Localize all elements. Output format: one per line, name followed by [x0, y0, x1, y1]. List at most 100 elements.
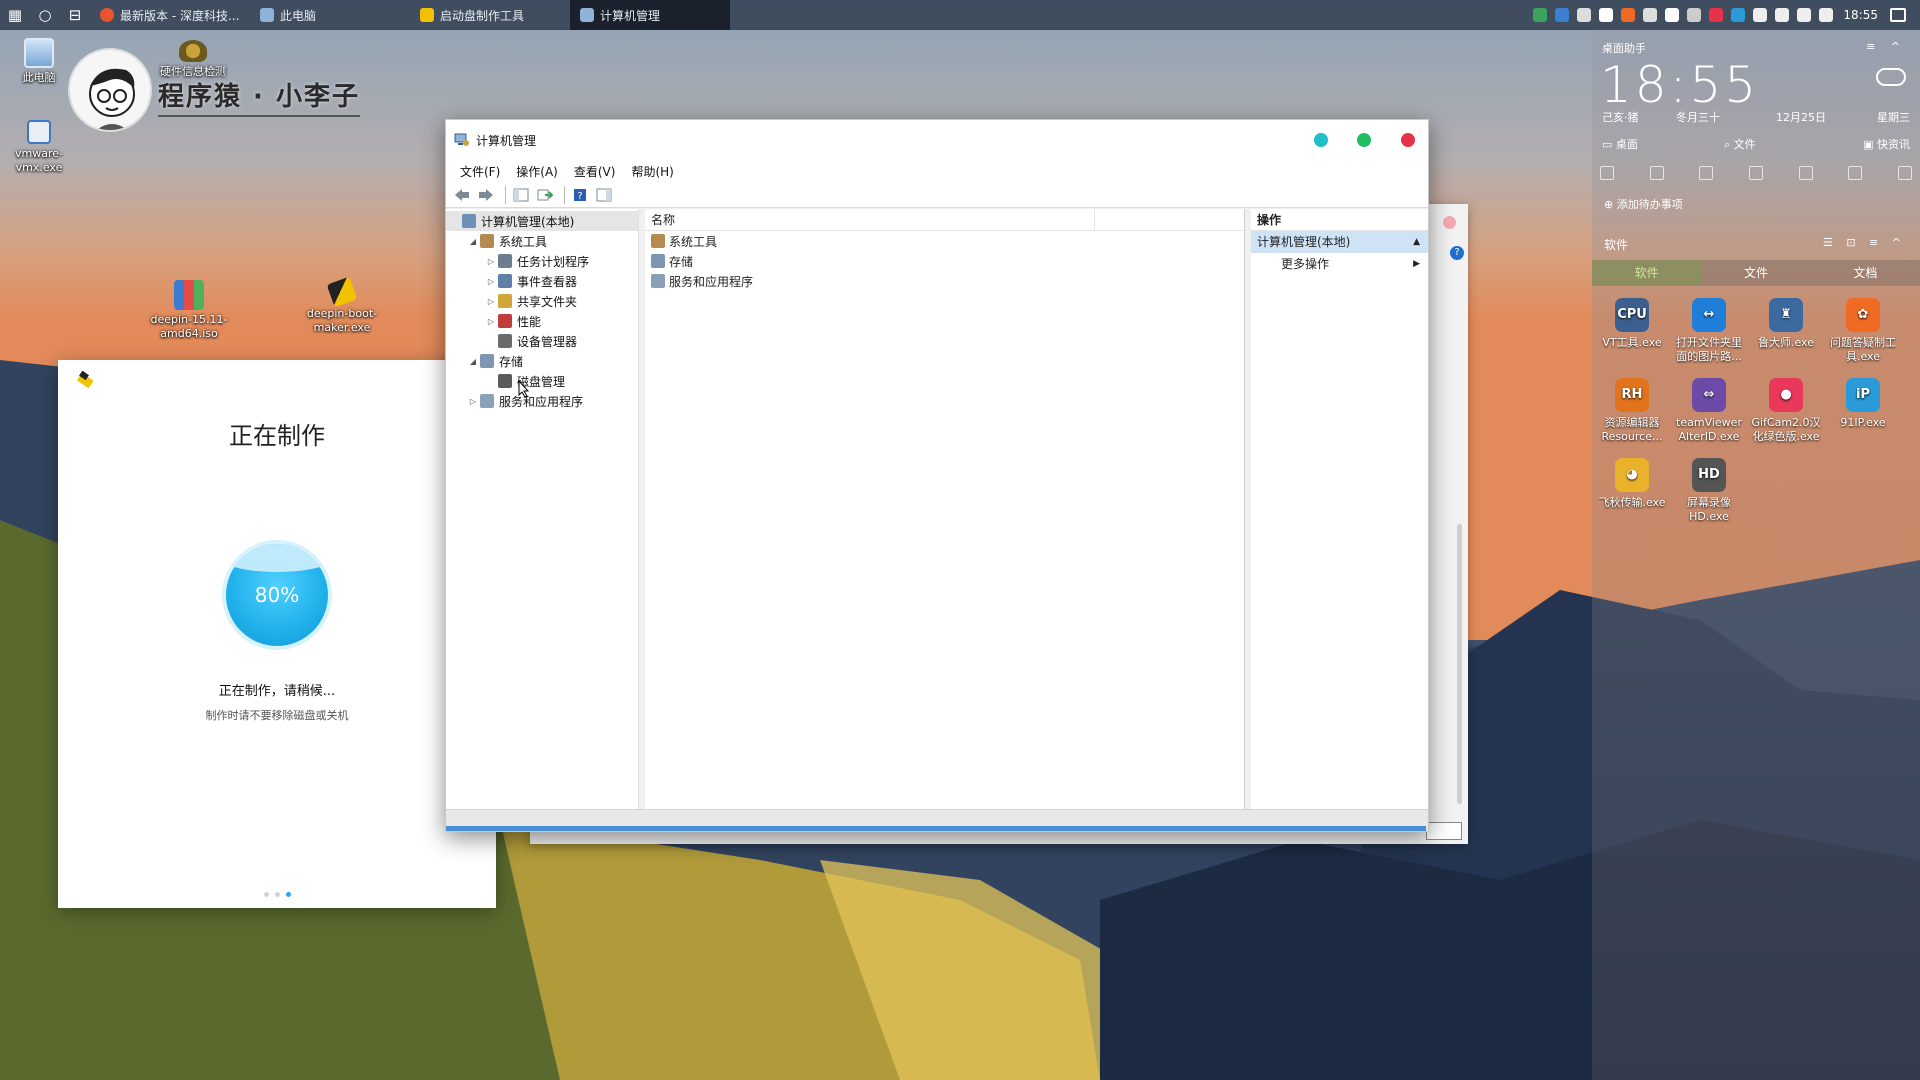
add-todo[interactable]: ⊕ 添加待办事项 [1604, 196, 1683, 212]
actions-section[interactable]: 计算机管理(本地) ▲ [1251, 231, 1428, 253]
app-shortcut[interactable]: ↔ 打开文件夹里面的图片路... [1671, 298, 1747, 364]
app-shortcut[interactable]: CPU VT工具.exe [1594, 298, 1670, 350]
app-shortcut[interactable]: ⇔ teamViewer AlterID.exe [1671, 378, 1747, 444]
wifi-icon[interactable] [1797, 8, 1812, 22]
app-shortcut[interactable]: ● GifCam2.0汉化绿色版.exe [1748, 378, 1824, 444]
more-actions-item[interactable]: 更多操作 ▶ [1251, 253, 1428, 275]
help-icon[interactable]: ? [1450, 246, 1464, 260]
maximize-button[interactable] [1357, 133, 1371, 147]
tab-software[interactable]: 软件 [1592, 260, 1702, 286]
tray-usb-icon[interactable] [1577, 8, 1592, 22]
tray-app-icon[interactable] [1621, 8, 1636, 22]
list-item[interactable]: 服务和应用程序 [645, 271, 1244, 291]
tree-node[interactable]: 计算机管理(本地) [446, 211, 638, 231]
search-icon[interactable]: ○ [30, 0, 60, 30]
expand-icon[interactable]: ▷ [484, 297, 498, 306]
eye-icon[interactable] [1649, 166, 1664, 180]
expand-icon[interactable]: ▷ [466, 397, 480, 406]
volume-icon[interactable] [1753, 8, 1768, 22]
expand-icon[interactable]: ◢ [466, 237, 480, 246]
expand-icon[interactable]: ▷ [484, 257, 498, 266]
back-button[interactable] [452, 185, 472, 205]
assistant-menu-icon[interactable]: ≡ ^ [1866, 40, 1906, 53]
app-shortcut[interactable]: iP 91IP.exe [1825, 378, 1901, 430]
taskbar-item-boot-maker[interactable]: 启动盘制作工具 [410, 0, 570, 30]
menu-action[interactable]: 操作(A) [508, 163, 566, 180]
taskbar-item-this-pc[interactable]: 此电脑 [250, 0, 410, 30]
cloud-weather-icon[interactable] [1876, 68, 1906, 86]
scrollbar[interactable] [1457, 524, 1462, 804]
tree-node[interactable]: ▷ 事件查看器 [446, 271, 638, 291]
taskbar-item-browser[interactable]: 最新版本 - 深度科技... [90, 0, 250, 30]
quick-news[interactable]: ▣ 快资讯 [1863, 136, 1910, 152]
menu-help[interactable]: 帮助(H) [623, 163, 681, 180]
tree-node[interactable]: ◢ 系统工具 [446, 231, 638, 251]
desktop-icon-hardware-detect[interactable]: 硬件信息检测 [148, 40, 238, 79]
tray-app-icon[interactable] [1687, 8, 1702, 22]
app-shortcut[interactable]: ◕ 飞秋传输.exe [1594, 458, 1670, 510]
crop-icon[interactable] [1600, 166, 1614, 180]
close-icon[interactable] [1443, 216, 1456, 229]
tray-app-icon[interactable] [1731, 8, 1746, 22]
start-icon[interactable]: ▦ [0, 0, 30, 30]
taskbar-clock[interactable]: 18:55 [1843, 8, 1878, 22]
expand-icon[interactable]: ◢ [466, 357, 480, 366]
help-icon: ? [574, 188, 586, 202]
quick-file-search[interactable]: ⌕ 文件 [1724, 136, 1756, 152]
list-item[interactable]: 系统工具 [645, 231, 1244, 251]
assistant-title: 桌面助手 [1602, 42, 1646, 55]
tab-documents[interactable]: 文档 [1811, 260, 1920, 286]
app-shortcut[interactable]: ✿ 问题答疑制工具.exe [1825, 298, 1901, 364]
column-name[interactable]: 名称 [645, 209, 1095, 230]
note-icon[interactable] [1699, 166, 1714, 180]
expand-icon[interactable]: ▷ [484, 277, 498, 286]
tray-app-icon[interactable] [1533, 8, 1548, 22]
show-action-pane-button[interactable] [594, 185, 614, 205]
app-shortcut[interactable]: ♜ 鲁大师.exe [1748, 298, 1824, 350]
app-shortcut[interactable]: HD 屏幕录像HD.exe [1671, 458, 1747, 524]
tree-node[interactable]: 设备管理器 [446, 331, 638, 351]
minimize-button[interactable] [1314, 133, 1328, 147]
list-item[interactable]: 存储 [645, 251, 1244, 271]
tray-app-icon[interactable] [1643, 8, 1658, 22]
maker-hint: 制作时请不要移除磁盘或关机 [205, 709, 349, 722]
show-hide-tree-button[interactable] [511, 185, 531, 205]
tree-node[interactable]: ▷ 服务和应用程序 [446, 391, 638, 411]
image-icon[interactable] [1798, 166, 1813, 180]
expand-icon[interactable]: ▷ [484, 317, 498, 326]
tray-app-icon[interactable] [1599, 8, 1614, 22]
export-list-button[interactable] [535, 185, 555, 205]
software-section-icons[interactable]: ☰ ⊡ ≡ ^ [1823, 236, 1906, 249]
notification-icon[interactable] [1890, 8, 1906, 22]
view-toggle-icon[interactable] [1426, 822, 1462, 840]
tray-app-icon[interactable] [1665, 8, 1680, 22]
desktop-icon-deepin-boot-maker[interactable]: deepin-boot-maker.exe [297, 276, 387, 335]
tray-app-icon[interactable] [1709, 8, 1724, 22]
close-button[interactable] [1401, 133, 1415, 147]
tree-node[interactable]: ◢ 存储 [446, 351, 638, 371]
input-method-icon[interactable] [1819, 8, 1834, 22]
tab-files[interactable]: 文件 [1701, 260, 1810, 286]
tree-node[interactable]: ▷ 共享文件夹 [446, 291, 638, 311]
chevron-right-icon[interactable] [1897, 166, 1912, 180]
app-shortcut[interactable]: RH 资源编辑器Resource... [1594, 378, 1670, 444]
desktop-icon-vmware-vmx[interactable]: vmware-vmx.exe [0, 120, 84, 175]
quick-desktop[interactable]: ▭ 桌面 [1602, 136, 1638, 152]
tray-app-icon[interactable] [1555, 8, 1570, 22]
window-titlebar[interactable]: 计算机管理 [446, 120, 1428, 160]
taskbar-item-computer-management[interactable]: 计算机管理 [570, 0, 730, 30]
calculator-icon[interactable] [1748, 166, 1763, 180]
desktop-icon-deepin-iso[interactable]: deepin-15.11-amd64.iso [144, 280, 234, 341]
task-view-icon[interactable]: ⊟ [60, 0, 90, 30]
battery-icon[interactable] [1775, 8, 1790, 22]
forward-button[interactable] [476, 185, 496, 205]
lock-icon[interactable] [1848, 166, 1863, 180]
app-icon: ⇔ [1692, 378, 1726, 412]
menu-view[interactable]: 查看(V) [566, 163, 624, 180]
tree-node[interactable]: ▷ 任务计划程序 [446, 251, 638, 271]
help-button[interactable]: ? [570, 185, 590, 205]
collapse-up-icon[interactable]: ▲ [1413, 231, 1420, 253]
tree-node[interactable]: 磁盘管理 [446, 371, 638, 391]
menu-file[interactable]: 文件(F) [452, 163, 508, 180]
tree-node[interactable]: ▷ 性能 [446, 311, 638, 331]
